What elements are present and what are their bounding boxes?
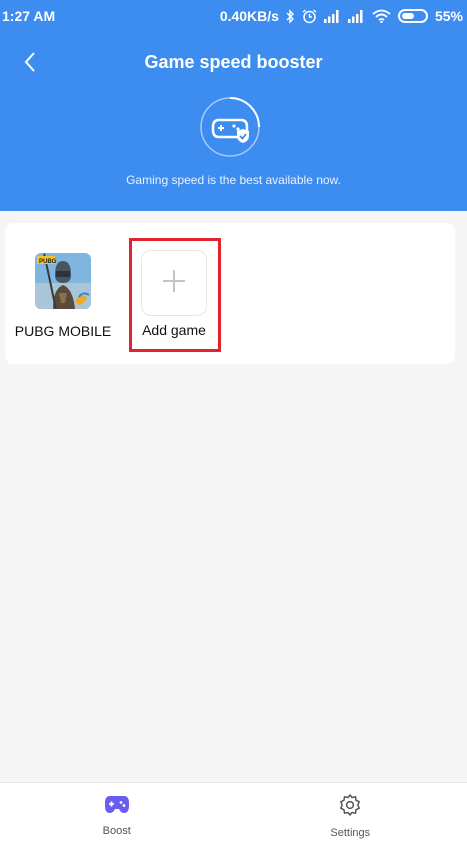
signal-icon [323, 9, 341, 23]
nav-item-settings[interactable]: Settings [234, 783, 467, 844]
gear-icon [339, 794, 361, 821]
add-game-button[interactable] [141, 250, 207, 316]
alarm-icon [302, 8, 317, 24]
add-game-tile[interactable]: Add game [119, 250, 229, 348]
game-label: PUBG MOBILE [14, 323, 112, 339]
battery-fill [401, 13, 414, 19]
gamepad-shield-icon [199, 96, 261, 158]
status-time: 1:27 AM [2, 8, 56, 24]
status-icons: 0.40KB/s 55% [220, 8, 463, 24]
pubg-mobile-app-icon: PUBG [35, 253, 91, 309]
bluetooth-icon [286, 8, 295, 24]
game-tile-pubg-mobile[interactable]: PUBG PUBG MOBILE [8, 253, 118, 348]
battery-icon [397, 9, 428, 23]
battery-percent: 55% [434, 8, 463, 24]
header: 1:27 AM 0.40KB/s 55% Game speed booster … [0, 0, 467, 211]
status-bar: 1:27 AM 0.40KB/s 55% [0, 0, 467, 32]
bottom-nav: Boost Settings [0, 782, 467, 844]
nav-item-boost[interactable]: Boost [0, 783, 234, 844]
status-message: Gaming speed is the best available now. [126, 173, 341, 187]
network-speed: 0.40KB/s [219, 8, 279, 24]
plus-icon [161, 268, 187, 299]
nav-label: Boost [102, 825, 131, 837]
svg-text:PUBG: PUBG [39, 259, 57, 265]
page-title: Game speed booster [144, 52, 323, 72]
gamepad-icon [104, 794, 130, 819]
games-card: PUBG PUBG MOBILE Add game [5, 223, 455, 364]
wifi-icon [372, 9, 391, 23]
app-bar: Game speed booster [0, 44, 467, 84]
nav-label: Settings [330, 827, 371, 839]
signal-icon [347, 9, 365, 23]
game-label: Add game [142, 322, 206, 338]
